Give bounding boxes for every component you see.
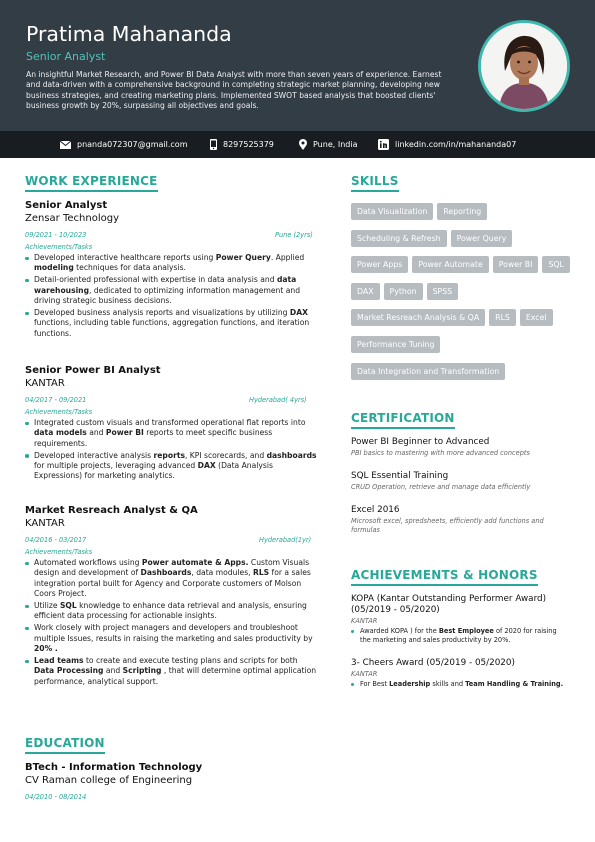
location-text: Pune, India: [313, 140, 358, 149]
profile-summary: An insightful Market Research, and Power…: [26, 70, 442, 110]
job-title: Market Resreach Analyst & QA: [25, 505, 198, 516]
cert-name: Excel 2016: [351, 505, 400, 515]
phone-text: 8297525379: [223, 140, 274, 149]
envelope-icon: [60, 140, 71, 149]
achievement-org: KANTAR: [351, 670, 378, 678]
job-tasks-label: Achievements/Tasks: [25, 548, 93, 556]
skill-tag: Data Integration and Transformation: [351, 362, 506, 380]
job-bullet: Developed interactive analysis reports, …: [25, 451, 320, 482]
achievement-title: 3- Cheers Award (05/2019 - 05/2020): [351, 658, 515, 668]
education-degree: BTech - Information Technology: [25, 762, 203, 773]
achievement-org: KANTAR: [351, 617, 378, 625]
skill-tag: Power Query: [450, 229, 513, 247]
skill-tag: Python: [383, 282, 423, 300]
job-bullet: Automated workflows using Power automate…: [25, 558, 320, 599]
section-title-work: WORK EXPERIENCE: [25, 174, 158, 192]
email-text: pnanda072307@gmail.com: [77, 140, 188, 149]
cert-desc: PBI basics to mastering with more advanc…: [351, 449, 530, 457]
skill-tag: Data Visualization: [351, 203, 434, 220]
profile-photo-image: [481, 23, 567, 109]
skill-tag: DAX: [351, 282, 380, 300]
achievement-title: KOPA (Kantar Outstanding Performer Award…: [351, 594, 547, 615]
skill-tag: RLS: [489, 309, 516, 327]
job-bullet: Utilize SQL knowledge to enhance data re…: [25, 601, 320, 622]
skill-tag: Performance Tuning: [351, 335, 441, 353]
job-tasks-label: Achievements/Tasks: [25, 408, 93, 416]
contact-linkedin[interactable]: linkedin.com/in/mahananda07: [378, 131, 516, 158]
job-company: Zensar Technology: [25, 213, 119, 224]
job-bullet: Detail-oriented professional with expert…: [25, 275, 320, 306]
phone-icon: [210, 139, 217, 150]
education-school: CV Raman college of Engineering: [25, 775, 193, 786]
section-title-education: EDUCATION: [25, 736, 105, 754]
job-company: KANTAR: [25, 378, 65, 389]
candidate-role: Senior Analyst: [26, 50, 106, 63]
skill-tag: Excel: [519, 309, 553, 327]
cert-name: Power BI Beginner to Advanced: [351, 437, 490, 447]
job-location: Hyderabad(1yr): [259, 536, 312, 544]
job-dates: 09/2021 - 10/2023: [25, 231, 87, 239]
achievement-bullets: For Best Leadership skills and Team Hand…: [351, 680, 566, 689]
skill-tag: Power BI: [492, 256, 539, 274]
cert-name: SQL Essential Training: [351, 471, 449, 481]
achievement-bullet: For Best Leadership skills and Team Hand…: [351, 680, 566, 689]
job-bullets: Integrated custom visuals and transforme…: [25, 418, 320, 483]
job-bullet: Developed interactive healthcare reports…: [25, 253, 320, 274]
skill-tag: Scheduling & Refresh: [351, 229, 447, 247]
linkedin-text: linkedin.com/in/mahananda07: [395, 140, 517, 149]
job-bullet: Developed business analysis reports and …: [25, 308, 320, 339]
map-pin-icon: [299, 139, 307, 150]
candidate-name: Pratima Mahananda: [26, 22, 232, 46]
contact-email[interactable]: pnanda072307@gmail.com: [60, 131, 188, 158]
linkedin-icon: [378, 139, 389, 150]
achievement-bullets: Awarded KOPA ) for the Best Employee of …: [351, 627, 566, 644]
job-bullet: Work closely with project managers and d…: [25, 623, 320, 654]
job-bullet: Lead teams to create and execute testing…: [25, 656, 320, 687]
skill-tag: SPSS: [426, 282, 459, 300]
achievement-bullet: Awarded KOPA ) for the Best Employee of …: [351, 627, 566, 644]
cert-desc: CRUD Operation, retrieve and manage data…: [351, 483, 531, 491]
section-title-achievements: ACHIEVEMENTS & HONORS: [351, 568, 538, 586]
job-location: Hyderabad( 4yrs): [249, 396, 307, 404]
contact-location: Pune, India: [299, 131, 357, 158]
contact-phone[interactable]: 8297525379: [210, 131, 274, 158]
job-dates: 04/2016 - 03/2017: [25, 536, 87, 544]
job-dates: 04/2017 - 09/2021: [25, 396, 87, 404]
section-title-skills: SKILLS: [351, 174, 399, 192]
job-bullet: Integrated custom visuals and transforme…: [25, 418, 320, 449]
section-title-certification: CERTIFICATION: [351, 411, 455, 429]
skill-tag: Reporting: [437, 203, 488, 220]
job-title: Senior Power BI Analyst: [25, 365, 161, 376]
job-tasks-label: Achievements/Tasks: [25, 243, 93, 251]
contact-bar: pnanda072307@gmail.com 8297525379 Pune, …: [0, 131, 595, 158]
skill-tag: Power Apps: [351, 256, 409, 274]
profile-photo: [478, 20, 570, 112]
job-bullets: Automated workflows using Power automate…: [25, 558, 320, 689]
job-company: KANTAR: [25, 518, 65, 529]
job-bullets: Developed interactive healthcare reports…: [25, 253, 320, 341]
skill-tag: Market Resreach Analysis & QA: [351, 309, 486, 327]
skill-tag: SQL: [542, 256, 570, 274]
job-location: Pune (2yrs): [275, 231, 313, 239]
cert-desc: Microsoft excel, spredsheets, efficientl…: [351, 517, 544, 534]
skill-tag: Power Automate: [412, 256, 489, 274]
skills-list: Data Visualization Reporting Scheduling …: [351, 203, 576, 389]
job-title: Senior Analyst: [25, 200, 108, 211]
education-dates: 04/2010 - 08/2014: [25, 793, 87, 801]
resume-header: Pratima Mahananda Senior Analyst An insi…: [0, 0, 595, 131]
